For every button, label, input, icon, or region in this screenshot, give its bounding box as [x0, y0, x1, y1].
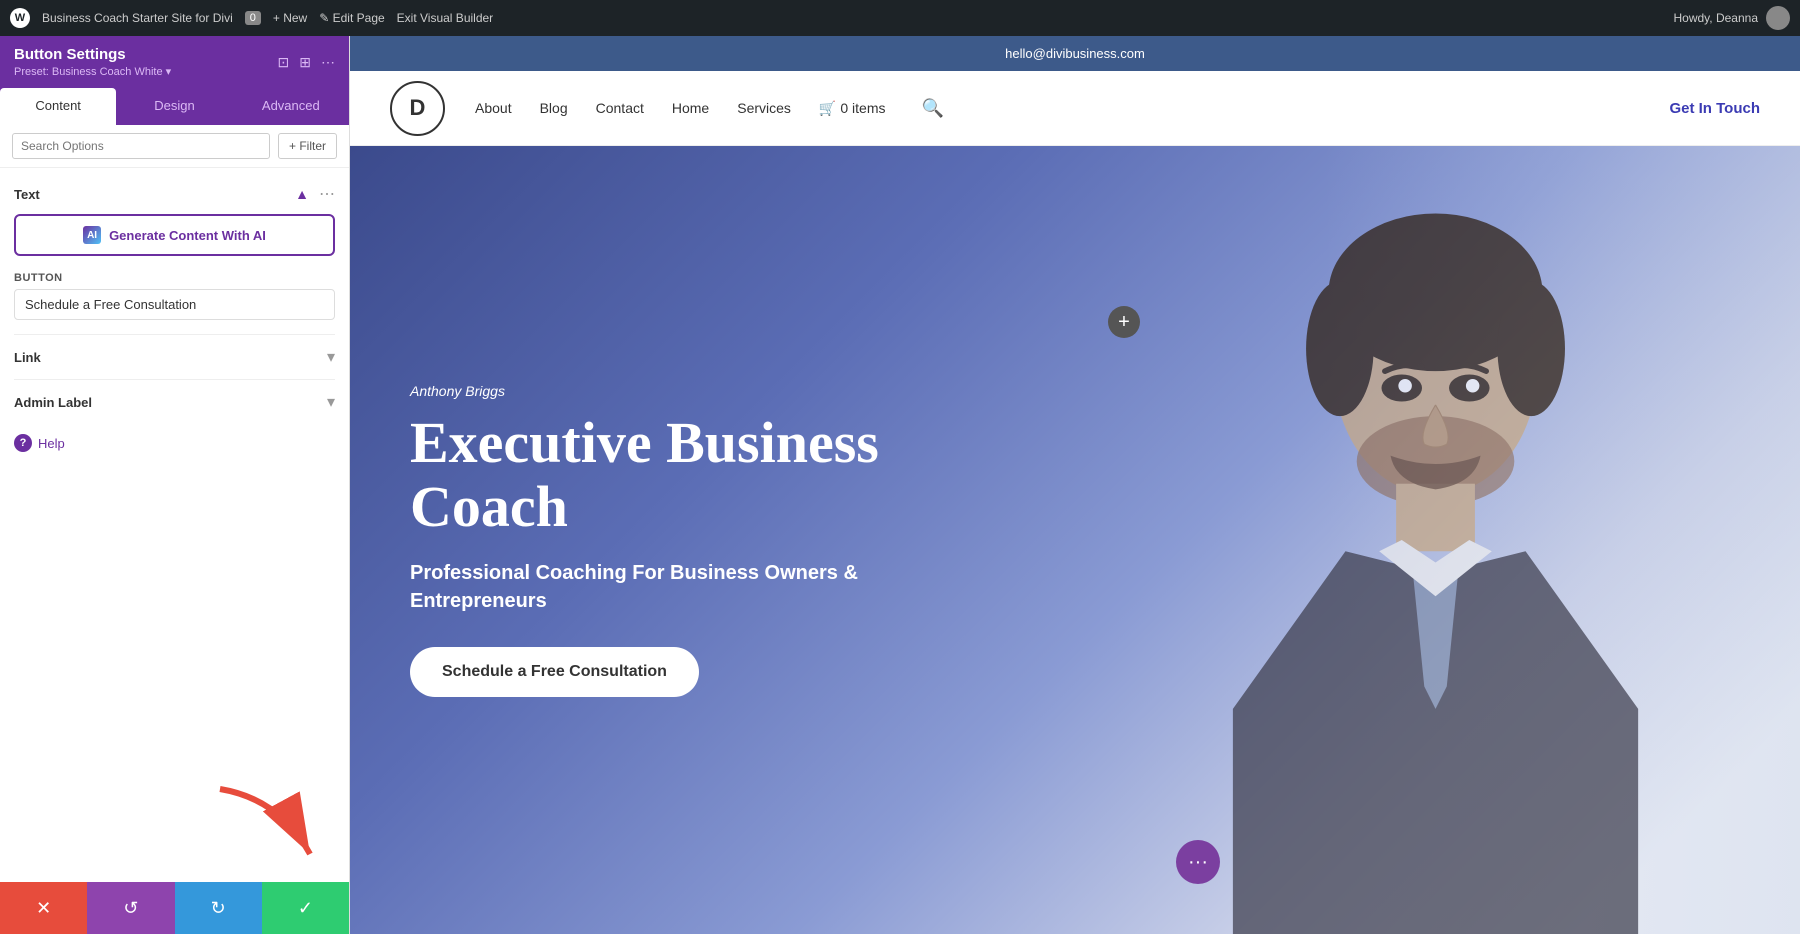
- filter-button[interactable]: + Filter: [278, 133, 337, 159]
- site-title-link[interactable]: Business Coach Starter Site for Divi: [42, 11, 233, 25]
- person-illustration: [1003, 146, 1800, 934]
- edit-page-button[interactable]: ✎ Edit Page: [319, 11, 384, 25]
- admin-label-header[interactable]: Admin Label ▾: [14, 392, 335, 412]
- panel-header-info: Button Settings Preset: Business Coach W…: [14, 46, 171, 78]
- nav-contact[interactable]: Contact: [596, 100, 644, 116]
- comment-count-badge[interactable]: 0: [245, 11, 261, 25]
- left-panel: Button Settings Preset: Business Coach W…: [0, 36, 350, 934]
- hero-subtitle: Professional Coaching For Business Owner…: [410, 559, 950, 615]
- redo-button[interactable]: ↻: [175, 882, 262, 934]
- tab-content[interactable]: Content: [0, 88, 116, 125]
- button-text-input[interactable]: [14, 289, 335, 320]
- columns-icon[interactable]: ⊞: [299, 54, 311, 71]
- button-field-label: Button: [14, 272, 335, 284]
- new-button[interactable]: + New: [273, 11, 307, 25]
- bottom-toolbar: ✕ ↺ ↻ ✓: [0, 882, 349, 934]
- cart-icon: 🛒: [819, 100, 836, 117]
- panel-header-icons: ⊡ ⊞ ⋯: [278, 54, 335, 71]
- hero-title: Executive Business Coach: [410, 411, 950, 539]
- howdy-label: Howdy, Deanna: [1674, 11, 1759, 25]
- admin-bar: W Business Coach Starter Site for Divi 0…: [0, 0, 1800, 36]
- avatar: [1766, 6, 1790, 30]
- tab-design[interactable]: Design: [116, 88, 232, 125]
- help-button[interactable]: ? Help: [14, 424, 335, 462]
- text-section-title: Text: [14, 187, 40, 202]
- site-nav: D About Blog Contact Home Services 🛒 0 i…: [350, 71, 1800, 146]
- ai-icon: AI: [83, 226, 101, 244]
- site-email-bar: hello@divibusiness.com: [350, 36, 1800, 71]
- link-section: Link ▾: [14, 334, 335, 379]
- hero-section: Anthony Briggs Executive Business Coach …: [350, 146, 1800, 934]
- admin-bar-right: Howdy, Deanna: [1674, 6, 1791, 30]
- preset-arrow-icon: ▾: [166, 65, 172, 78]
- nav-blog[interactable]: Blog: [540, 100, 568, 116]
- link-section-header[interactable]: Link ▾: [14, 347, 335, 367]
- exit-visual-builder-button[interactable]: Exit Visual Builder: [397, 11, 494, 25]
- hero-cta-button[interactable]: Schedule a Free Consultation: [410, 647, 699, 697]
- add-element-button[interactable]: +: [1108, 306, 1140, 338]
- panel-preset[interactable]: Preset: Business Coach White ▾: [14, 65, 171, 78]
- hero-content: Anthony Briggs Executive Business Coach …: [350, 383, 950, 697]
- admin-label-chevron-icon: ▾: [327, 392, 335, 412]
- admin-label-section: Admin Label ▾: [14, 379, 335, 424]
- panel-header: Button Settings Preset: Business Coach W…: [0, 36, 349, 88]
- text-section-toggle[interactable]: ▲: [295, 186, 309, 202]
- wordpress-logo-icon[interactable]: W: [10, 8, 30, 28]
- cancel-button[interactable]: ✕: [0, 882, 87, 934]
- site-logo: D: [390, 81, 445, 136]
- help-icon: ?: [14, 434, 32, 452]
- monitor-icon[interactable]: ⊡: [278, 54, 290, 71]
- search-input[interactable]: [12, 133, 270, 159]
- generate-ai-button[interactable]: AI Generate Content With AI: [14, 214, 335, 256]
- panel-title: Button Settings: [14, 46, 171, 63]
- admin-label-title: Admin Label: [14, 395, 92, 410]
- site-preview: hello@divibusiness.com D About Blog Cont…: [350, 36, 1800, 934]
- nav-links: About Blog Contact Home Services 🛒 0 ite…: [475, 98, 1669, 119]
- undo-button[interactable]: ↺: [87, 882, 174, 934]
- search-bar: + Filter: [0, 125, 349, 168]
- text-section-header: Text ▲ ⋯: [14, 184, 335, 204]
- save-button[interactable]: ✓: [262, 882, 349, 934]
- nav-cart[interactable]: 🛒 0 items: [819, 100, 886, 117]
- nav-services[interactable]: Services: [737, 100, 791, 116]
- hero-background-image: [1003, 146, 1800, 934]
- search-icon[interactable]: 🔍: [921, 98, 943, 119]
- panel-content: Text ▲ ⋯ AI Generate Content With AI But…: [0, 168, 349, 882]
- more-options-button[interactable]: ···: [1176, 840, 1220, 884]
- email-link[interactable]: hello@divibusiness.com: [1005, 46, 1145, 61]
- admin-bar-left: W Business Coach Starter Site for Divi 0…: [10, 8, 1662, 28]
- nav-about[interactable]: About: [475, 100, 512, 116]
- nav-home[interactable]: Home: [672, 100, 709, 116]
- link-chevron-icon: ▾: [327, 347, 335, 367]
- tab-advanced[interactable]: Advanced: [233, 88, 349, 125]
- main-layout: Button Settings Preset: Business Coach W…: [0, 36, 1800, 934]
- link-section-title: Link: [14, 350, 41, 365]
- hero-author: Anthony Briggs: [410, 383, 950, 399]
- cart-items-count: 0 items: [840, 100, 885, 116]
- button-text-group: Button: [14, 272, 335, 320]
- more-options-icon[interactable]: ⋯: [321, 54, 335, 71]
- text-section-dots[interactable]: ⋯: [319, 184, 335, 204]
- nav-cta-button[interactable]: Get In Touch: [1669, 100, 1760, 117]
- tab-bar: Content Design Advanced: [0, 88, 349, 125]
